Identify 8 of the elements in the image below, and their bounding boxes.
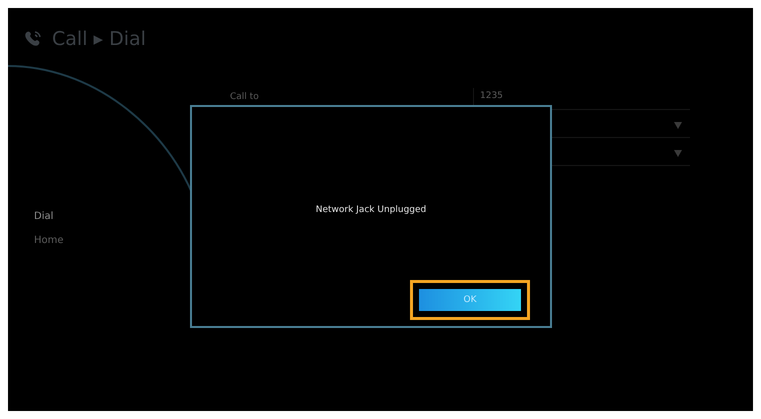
dropdown-caret-icon	[674, 122, 682, 128]
ok-button[interactable]: OK	[419, 289, 521, 311]
dialog-message: Network Jack Unplugged	[316, 205, 426, 215]
screen-title: Call ▸ Dial	[52, 28, 146, 50]
sidebar-item[interactable]: Dial	[34, 211, 64, 222]
sidebar-item[interactable]: Home	[34, 235, 64, 246]
dropdown-caret-icon	[674, 150, 682, 156]
call-to-label: Call to	[230, 91, 260, 104]
